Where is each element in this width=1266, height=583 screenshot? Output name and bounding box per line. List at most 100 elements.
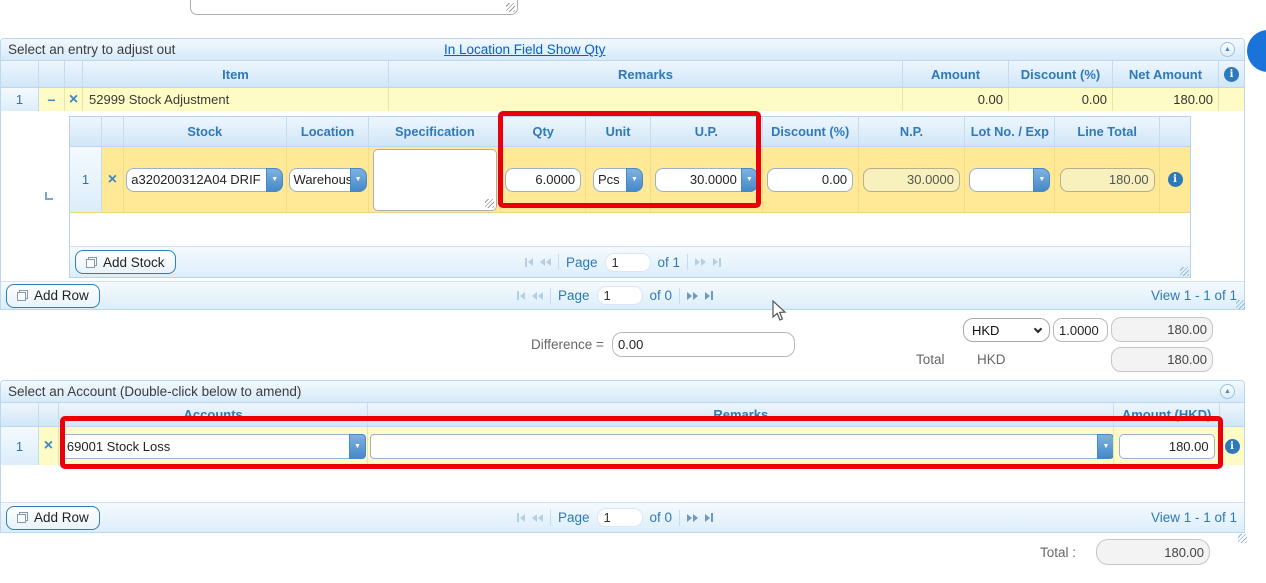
delete-row-icon[interactable] — [65, 88, 83, 111]
prev-page-icon[interactable] — [532, 514, 543, 522]
amount-hkd-column-header[interactable]: Amount (HKD) — [1114, 403, 1220, 426]
specification-column-header[interactable]: Specification — [369, 117, 501, 146]
line-total-column-header[interactable]: Line Total — [1055, 117, 1160, 146]
location-combobox[interactable]: Warehouse — [289, 168, 367, 192]
last-page-icon[interactable] — [705, 513, 713, 522]
discount-column-header[interactable]: Discount (%) — [1009, 61, 1113, 87]
add-stock-button[interactable]: Add Stock — [75, 250, 176, 274]
up-value[interactable]: 30.0000 — [655, 168, 741, 192]
qty-cell — [501, 147, 586, 212]
entry-amount-cell[interactable]: 0.00 — [903, 88, 1009, 111]
floating-help-button[interactable]: i — [1247, 30, 1266, 72]
pager-divider — [687, 254, 688, 270]
dropdown-arrow-icon[interactable] — [1033, 168, 1050, 192]
discount-input[interactable] — [767, 168, 853, 192]
collapse-row-icon[interactable] — [39, 88, 65, 111]
grid-resize-handle-icon[interactable] — [1180, 267, 1189, 276]
qty-input[interactable] — [505, 168, 581, 192]
info-icon[interactable] — [1224, 67, 1239, 82]
in-location-field-show-qty-link[interactable]: In Location Field Show Qty — [444, 42, 605, 57]
last-page-icon[interactable] — [713, 258, 721, 267]
up-column-header[interactable]: U.P. — [651, 117, 763, 146]
entry-grid-pager: Page of 0 — [517, 286, 713, 305]
stock-value[interactable]: a320200312A04 DRIF — [126, 168, 266, 192]
collapse-entry-panel-button[interactable] — [1220, 42, 1235, 57]
next-page-icon[interactable] — [687, 292, 698, 300]
first-page-icon[interactable] — [517, 513, 525, 522]
account-amount-input[interactable] — [1119, 434, 1215, 459]
dropdown-arrow-icon[interactable] — [1097, 434, 1114, 459]
difference-input[interactable] — [612, 332, 795, 357]
discount-column-header[interactable]: Discount (%) — [763, 117, 859, 146]
add-account-row-button[interactable]: Add Row — [6, 506, 100, 530]
account-remarks-value[interactable] — [370, 434, 1097, 459]
grid-resize-handle-icon[interactable] — [1236, 300, 1245, 309]
account-info-cell — [1220, 427, 1244, 465]
account-value[interactable]: 69001 Stock Loss — [62, 434, 349, 459]
amount-column-header[interactable]: Amount — [903, 61, 1009, 87]
dropdown-arrow-icon[interactable] — [741, 168, 758, 192]
page-input[interactable] — [597, 508, 643, 527]
info-icon[interactable] — [1168, 172, 1183, 187]
entry-net-amount-cell[interactable]: 180.00 — [1113, 88, 1219, 111]
account-remarks-combobox[interactable] — [370, 434, 1114, 459]
next-page-icon[interactable] — [687, 514, 698, 522]
top-remarks-textarea[interactable] — [190, 0, 518, 15]
stock-combobox[interactable]: a320200312A04 DRIF — [126, 168, 283, 192]
up-combobox[interactable]: 30.0000 — [655, 168, 758, 192]
entry-info-cell — [1219, 88, 1244, 111]
first-page-icon[interactable] — [517, 291, 525, 300]
delete-stock-row-icon[interactable] — [102, 147, 124, 212]
info-icon[interactable] — [1225, 439, 1240, 454]
exchange-rate-input[interactable] — [1053, 318, 1108, 342]
collapse-account-panel-button[interactable] — [1220, 384, 1235, 399]
entry-row[interactable]: 1 52999 Stock Adjustment 0.00 0.00 180.0… — [1, 88, 1244, 111]
lot-no-column-header[interactable]: Lot No. / Exp — [965, 117, 1055, 146]
next-page-icon[interactable] — [695, 258, 706, 266]
page-input[interactable] — [597, 286, 643, 305]
currency-select[interactable]: HKD — [963, 318, 1050, 342]
page-input[interactable] — [605, 253, 651, 272]
dropdown-arrow-icon[interactable] — [349, 434, 366, 459]
last-page-icon[interactable] — [705, 291, 713, 300]
specification-textarea[interactable] — [373, 149, 497, 211]
np-cell — [859, 147, 966, 212]
entry-remarks-cell[interactable] — [389, 88, 903, 111]
prev-page-icon[interactable] — [532, 292, 543, 300]
account-row[interactable]: 1 69001 Stock Loss — [1, 427, 1244, 465]
qty-column-header[interactable]: Qty — [501, 117, 586, 146]
remarks-column-header[interactable]: Remarks — [389, 61, 903, 87]
add-row-button[interactable]: Add Row — [6, 284, 100, 308]
entry-discount-cell[interactable]: 0.00 — [1009, 88, 1113, 111]
stock-column-header[interactable]: Stock — [124, 117, 287, 146]
dropdown-arrow-icon[interactable] — [266, 168, 283, 192]
info-column-header — [1219, 61, 1244, 87]
location-value[interactable]: Warehouse — [289, 168, 350, 192]
item-column-header[interactable]: Item — [83, 61, 389, 87]
grid-resize-handle-icon[interactable] — [1238, 534, 1247, 543]
stock-grid-toolbar: Add Stock Page of 1 — [70, 246, 1190, 277]
stock-row[interactable]: 1 a320200312A04 DRIF Warehouse — [70, 147, 1190, 213]
delete-account-row-icon[interactable] — [39, 427, 59, 465]
remarks-column-header[interactable]: Remarks — [368, 403, 1114, 426]
dropdown-arrow-icon[interactable] — [350, 168, 367, 192]
page-label: Page — [558, 510, 590, 525]
location-column-header[interactable]: Location — [287, 117, 370, 146]
lot-no-value[interactable] — [969, 168, 1033, 192]
lot-no-combobox[interactable] — [969, 168, 1050, 192]
first-page-icon[interactable] — [525, 258, 533, 267]
account-combobox[interactable]: 69001 Stock Loss — [62, 434, 366, 459]
info-column-header — [1160, 117, 1190, 146]
entry-item-cell[interactable]: 52999 Stock Adjustment — [83, 88, 389, 111]
resize-handle-icon[interactable] — [485, 199, 494, 208]
resize-handle-icon[interactable] — [506, 3, 515, 12]
currency-amount-input — [1111, 317, 1213, 342]
dropdown-arrow-icon[interactable] — [626, 168, 643, 192]
unit-combobox[interactable]: Pcs — [593, 168, 643, 192]
unit-column-header[interactable]: Unit — [586, 117, 651, 146]
unit-value[interactable]: Pcs — [593, 168, 626, 192]
np-column-header[interactable]: N.P. — [859, 117, 966, 146]
net-amount-column-header[interactable]: Net Amount — [1113, 61, 1219, 87]
accounts-column-header[interactable]: Accounts — [59, 403, 369, 426]
prev-page-icon[interactable] — [540, 258, 551, 266]
